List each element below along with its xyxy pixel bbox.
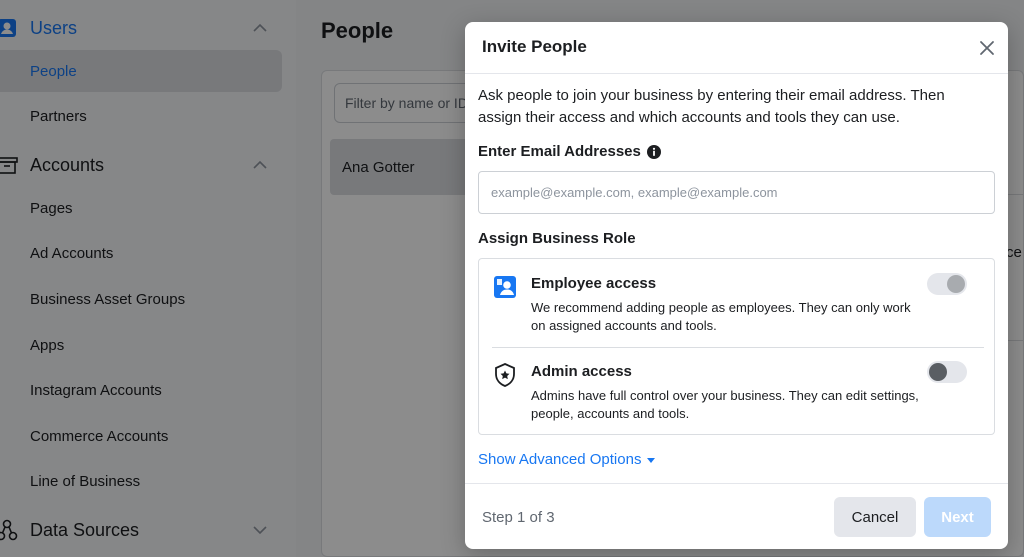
next-button[interactable]: Next [924,497,991,537]
email-label-text: Enter Email Addresses [478,143,641,160]
role-description: Admins have full control over your busin… [531,388,919,421]
role-title: Employee access [531,275,657,292]
role-option-admin[interactable]: Admin access Admins have full control ov… [479,347,994,435]
divider [465,73,1008,74]
employee-access-toggle[interactable] [927,273,967,295]
dialog-title: Invite People [482,37,587,56]
role-title: Admin access [531,363,632,380]
cancel-button[interactable]: Cancel [834,497,916,537]
admin-access-toggle[interactable] [927,361,967,383]
divider [465,483,1008,484]
role-option-employee[interactable]: Employee access We recommend adding peop… [479,259,994,347]
step-indicator: Step 1 of 3 [482,509,555,526]
show-advanced-options-link[interactable]: Show Advanced Options [478,451,656,468]
toggle-knob [947,275,965,293]
business-role-options: Employee access We recommend adding peop… [478,258,995,435]
email-section-label: Enter Email Addresses [478,143,661,160]
email-addresses-input[interactable] [478,171,995,214]
caret-down-icon [647,457,656,463]
advanced-options-label: Show Advanced Options [478,451,642,468]
info-icon[interactable] [646,144,661,159]
close-icon [980,41,994,55]
toggle-knob [929,363,947,381]
admin-shield-icon [491,361,519,389]
role-description: We recommend adding people as employees.… [531,300,911,333]
dialog-intro-text: Ask people to join your business by ente… [478,87,945,126]
invite-people-dialog: Invite People Ask people to join your bu… [465,22,1008,549]
close-button[interactable] [974,35,1000,61]
employee-badge-icon [491,273,519,301]
role-section-label: Assign Business Role [478,230,636,247]
